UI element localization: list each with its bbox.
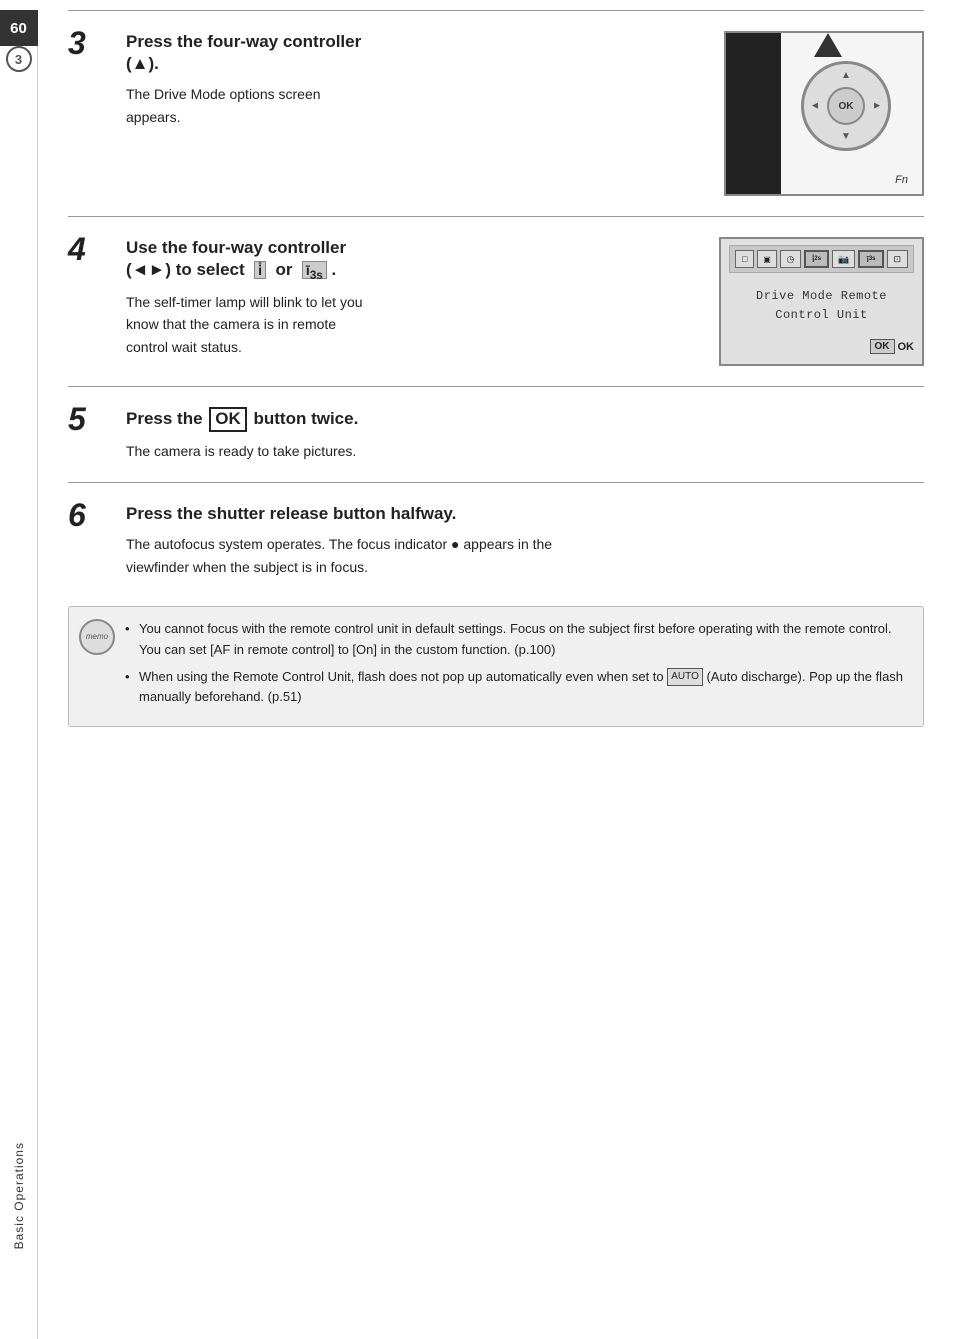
step-5-title: Press the OK button twice. xyxy=(126,407,924,431)
step-5-number: 5 xyxy=(68,403,108,435)
step-5: 5 Press the OK button twice. The camera … xyxy=(68,386,924,472)
step-6-body: The autofocus system operates. The focus… xyxy=(126,533,924,578)
memo-box: memo You cannot focus with the remote co… xyxy=(68,606,924,727)
memo-icon-inner: memo xyxy=(79,619,115,655)
step-4-content: Use the four-way controller (◄►) to sele… xyxy=(126,237,699,358)
step-6: 6 Press the shutter release button halfw… xyxy=(68,482,924,588)
step-3-content: Press the four-way controller(▲). The Dr… xyxy=(126,31,704,128)
step-3-number: 3 xyxy=(68,27,108,59)
memo-bullet-1: You cannot focus with the remote control… xyxy=(125,619,907,661)
memo-bullet-2: When using the Remote Control Unit, flas… xyxy=(125,667,907,709)
page-number: 60 xyxy=(0,10,38,46)
step-5-body: The camera is ready to take pictures. xyxy=(126,440,924,462)
step-3: 3 Press the four-way controller(▲). The … xyxy=(68,10,924,206)
step-3-title: Press the four-way controller(▲). xyxy=(126,31,704,75)
step-4: 4 Use the four-way controller (◄►) to se… xyxy=(68,216,924,376)
sidebar: 60 3 Basic Operations xyxy=(0,10,38,1339)
drive-mode-ok-box: OK xyxy=(870,339,895,354)
main-content: 3 Press the four-way controller(▲). The … xyxy=(38,10,954,757)
step-6-content: Press the shutter release button halfway… xyxy=(126,503,924,578)
ok-symbol: OK xyxy=(209,407,247,431)
step-4-number: 4 xyxy=(68,233,108,265)
drive-mode-ok-text: OK xyxy=(898,341,915,353)
step-6-title: Press the shutter release button halfway… xyxy=(126,503,924,525)
step-5-content: Press the OK button twice. The camera is… xyxy=(126,407,924,462)
step-3-body: The Drive Mode options screenappears. xyxy=(126,83,704,128)
step-3-image: OK ▲ ▼ ◄ ► Fn xyxy=(724,31,924,196)
step-4-body: The self-timer lamp will blink to let yo… xyxy=(126,291,699,358)
step-6-number: 6 xyxy=(68,499,108,531)
memo-icon: memo xyxy=(79,619,115,655)
auto-discharge-icon: AUTO xyxy=(667,668,703,686)
step-4-image: □ ▣ ◷ i̊2s 📷 ī3s ⊡ Drive Mode Remote xyxy=(719,237,924,366)
step-4-title: Use the four-way controller (◄►) to sele… xyxy=(126,237,699,283)
sidebar-label: Basic Operations xyxy=(12,1142,26,1249)
chapter-number: 3 xyxy=(6,46,32,72)
drive-mode-label: Drive Mode Remote Control Unit xyxy=(729,287,914,325)
